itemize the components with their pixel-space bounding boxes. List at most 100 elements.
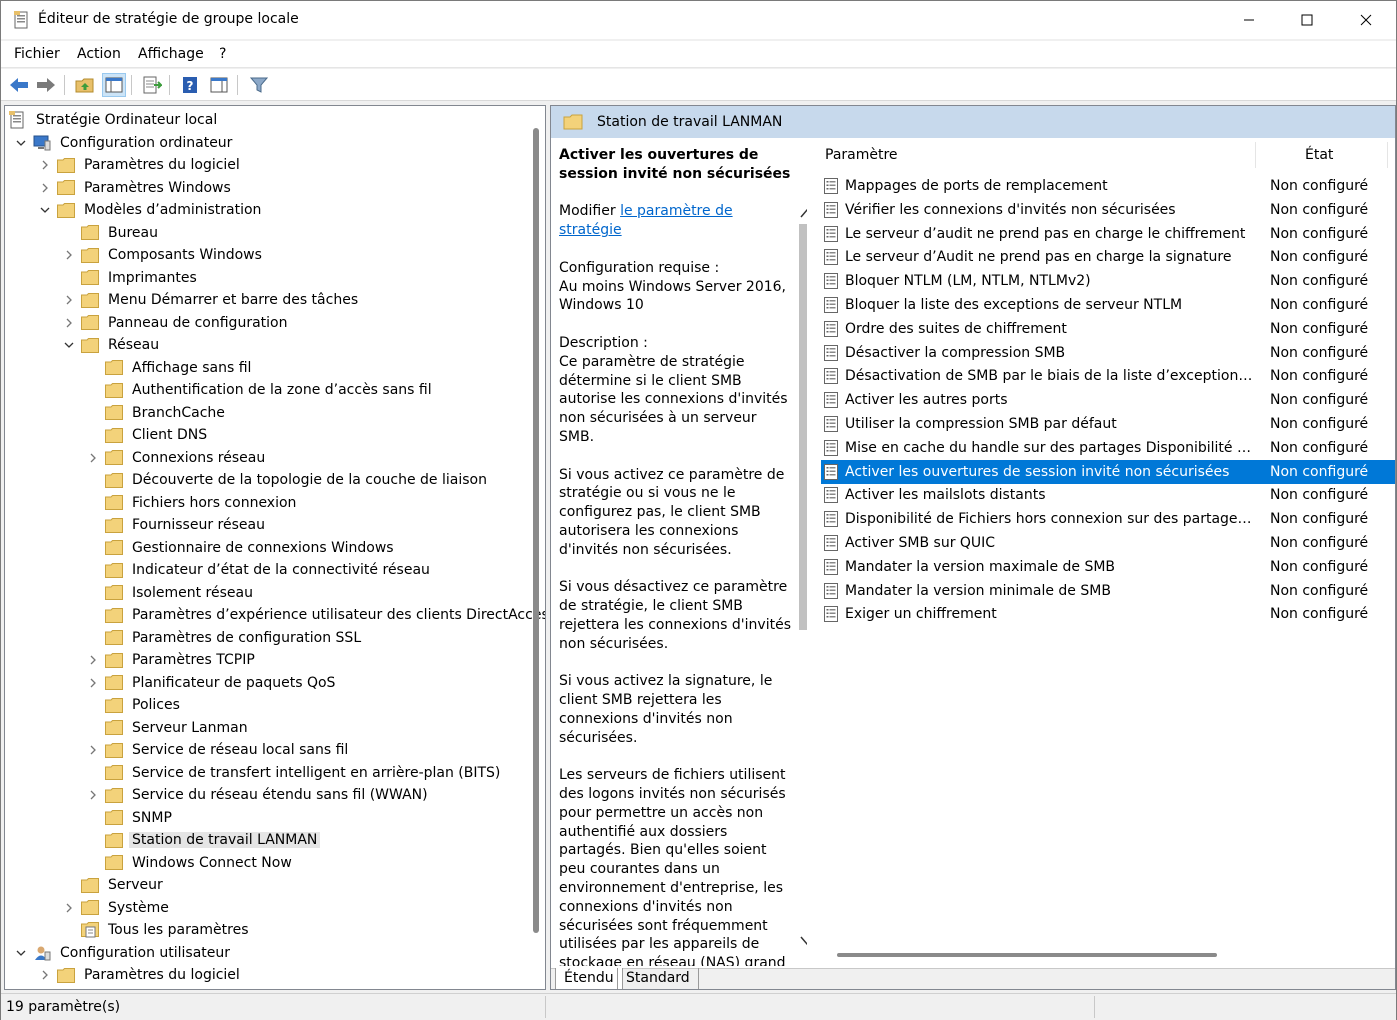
tree-item-network-13[interactable]: Paramètres TCPIP [85, 649, 258, 671]
chevron-right-icon[interactable] [87, 654, 99, 666]
chevron-down-icon[interactable] [15, 947, 27, 959]
tree-item-computer-config[interactable]: Configuration ordinateur [13, 132, 235, 154]
show-hide-tree-button[interactable] [102, 73, 126, 97]
chevron-right-icon[interactable] [87, 789, 99, 801]
tree-item-network-1[interactable]: Authentification de la zone d’accès sans… [85, 379, 435, 401]
tree-item-software-settings[interactable]: Paramètres du logiciel [37, 154, 243, 176]
tree-scroll-thumb[interactable] [533, 128, 539, 933]
setting-row[interactable]: Vérifier les connexions d'invités non sé… [821, 198, 1395, 222]
setting-row[interactable]: Activer les autres ports Non configuré [821, 388, 1395, 412]
menu-action[interactable]: Action [77, 46, 121, 62]
setting-row[interactable]: Désactivation de SMB par le biais de la … [821, 364, 1395, 388]
minimize-button[interactable] [1220, 1, 1278, 39]
setting-row[interactable]: Utiliser la compression SMB par défaut No… [821, 412, 1395, 436]
chevron-down-icon[interactable] [39, 204, 51, 216]
tree-item-desktop[interactable]: Bureau [61, 222, 161, 244]
tree-item-network-16[interactable]: Serveur Lanman [85, 717, 251, 739]
description-scrollbar[interactable] [797, 202, 807, 950]
setting-row[interactable]: Désactiver la compression SMB Non configu… [821, 341, 1395, 365]
tree-scrollbar[interactable] [528, 106, 545, 989]
chevron-right-icon[interactable] [63, 249, 75, 261]
chevron-right-icon[interactable] [87, 744, 99, 756]
tree-item-network-8[interactable]: Gestionnaire de connexions Windows [85, 537, 397, 559]
tree-item-network-12[interactable]: Paramètres de configuration SSL [85, 627, 364, 649]
chevron-down-icon[interactable] [63, 339, 75, 351]
chevron-right-icon[interactable] [39, 182, 51, 194]
tree-item-windows-settings[interactable]: Paramètres Windows [37, 177, 234, 199]
tree-item-user-software-settings[interactable]: Paramètres du logiciel [37, 964, 243, 986]
setting-row[interactable]: Mandater la version maximale de SMB Non c… [821, 555, 1395, 579]
setting-row[interactable]: Bloquer NTLM (LM, NTLM, NTLMv2) Non confi… [821, 269, 1395, 293]
menu-help[interactable]: ? [219, 46, 226, 62]
setting-row[interactable]: Le serveur d’audit ne prend pas en charg… [821, 222, 1395, 246]
tree-item-admin-templates[interactable]: Modèles d’administration [37, 199, 264, 221]
setting-row[interactable]: Disponibilité de Fichiers hors connexion… [821, 507, 1395, 531]
chevron-right-icon[interactable] [63, 902, 75, 914]
description-scroll-thumb[interactable] [799, 224, 807, 630]
tree-item-control-panel[interactable]: Panneau de configuration [61, 312, 290, 334]
tree-item-network-7[interactable]: Fournisseur réseau [85, 514, 268, 536]
tree-item-network-4[interactable]: Connexions réseau [85, 447, 268, 469]
filter-button[interactable] [247, 73, 271, 97]
close-button[interactable] [1337, 1, 1395, 39]
maximize-button[interactable] [1278, 1, 1336, 39]
tab-standard[interactable]: Standard [617, 968, 699, 989]
setting-row[interactable]: Activer SMB sur QUIC Non configuré [821, 531, 1395, 555]
chevron-right-icon[interactable] [63, 317, 75, 329]
tree-item-network-21[interactable]: Station de travail LANMAN [85, 829, 321, 851]
forward-button[interactable] [34, 73, 58, 97]
tree-item-network-22[interactable]: Windows Connect Now [85, 852, 295, 874]
tree-item-network[interactable]: Réseau [61, 334, 162, 356]
tree-item-network-5[interactable]: Découverte de la topologie de la couche … [85, 469, 490, 491]
chevron-right-icon[interactable] [39, 969, 51, 981]
tree-item-network-9[interactable]: Indicateur d’état de la connectivité rés… [85, 559, 433, 581]
scroll-down-icon[interactable] [800, 936, 807, 946]
menu-fichier[interactable]: Fichier [14, 46, 60, 62]
tree-item-network-20[interactable]: SNMP [85, 807, 175, 829]
horizontal-scroll-thumb[interactable] [837, 953, 1217, 957]
setting-row[interactable]: Exiger un chiffrement Non configuré [821, 602, 1395, 626]
tree-item-network-6[interactable]: Fichiers hors connexion [85, 492, 299, 514]
tree-item-network-11[interactable]: Paramètres d’expérience utilisateur des … [85, 604, 545, 626]
chevron-right-icon[interactable] [63, 294, 75, 306]
show-action-pane-button[interactable] [207, 73, 231, 97]
tree-item-system[interactable]: Système [61, 897, 172, 919]
chevron-right-icon[interactable] [87, 677, 99, 689]
chevron-right-icon[interactable] [87, 452, 99, 464]
tree-item-user-config[interactable]: Configuration utilisateur [13, 942, 233, 964]
setting-row[interactable]: Bloquer la liste des exceptions de serve… [821, 293, 1395, 317]
help-button[interactable]: ? [178, 73, 202, 97]
setting-row[interactable]: Mise en cache du handle sur des partages… [821, 436, 1395, 460]
tree-item-network-0[interactable]: Affichage sans fil [85, 357, 254, 379]
tab-extended[interactable]: Étendu [555, 968, 623, 989]
setting-row[interactable]: Activer les mailslots distants Non config… [821, 483, 1395, 507]
tree-item-all-settings[interactable]: Tous les paramètres [61, 919, 252, 941]
tree-item-start-menu[interactable]: Menu Démarrer et barre des tâches [61, 289, 361, 311]
chevron-right-icon[interactable] [39, 159, 51, 171]
tree-item-network-3[interactable]: Client DNS [85, 424, 210, 446]
tree-item-network-10[interactable]: Isolement réseau [85, 582, 256, 604]
setting-row[interactable]: Activer les ouvertures de session invité… [821, 459, 1395, 484]
tree-item-server[interactable]: Serveur [61, 874, 166, 896]
setting-row[interactable]: Ordre des suites de chiffrement Non confi… [821, 317, 1395, 341]
scroll-up-icon[interactable] [800, 208, 807, 218]
menu-affichage[interactable]: Affichage [138, 46, 204, 62]
back-button[interactable] [7, 73, 31, 97]
setting-row[interactable]: Le serveur d’Audit ne prend pas en charg… [821, 245, 1395, 269]
export-list-button[interactable] [140, 73, 164, 97]
tree-item-network-17[interactable]: Service de réseau local sans fil [85, 739, 351, 761]
column-header-setting[interactable]: Paramètre [825, 147, 898, 163]
up-folder-button[interactable] [73, 73, 97, 97]
tree-item-network-14[interactable]: Planificateur de paquets QoS [85, 672, 338, 694]
tree-item-root[interactable]: Stratégie Ordinateur local [9, 109, 220, 131]
chevron-down-icon[interactable] [15, 137, 27, 149]
setting-row[interactable]: Mandater la version minimale de SMB Non c… [821, 579, 1395, 603]
tree-item-network-19[interactable]: Service du réseau étendu sans fil (WWAN) [85, 784, 431, 806]
tree-item-network-2[interactable]: BranchCache [85, 402, 228, 424]
setting-row[interactable]: Mappages de ports de remplacement Non con… [821, 174, 1395, 198]
tree-item-windows-components[interactable]: Composants Windows [61, 244, 265, 266]
column-header-state[interactable]: État [1305, 147, 1333, 163]
tree-item-printers[interactable]: Imprimantes [61, 267, 200, 289]
tree-item-network-15[interactable]: Polices [85, 694, 183, 716]
tree-item-network-18[interactable]: Service de transfert intelligent en arri… [85, 762, 503, 784]
